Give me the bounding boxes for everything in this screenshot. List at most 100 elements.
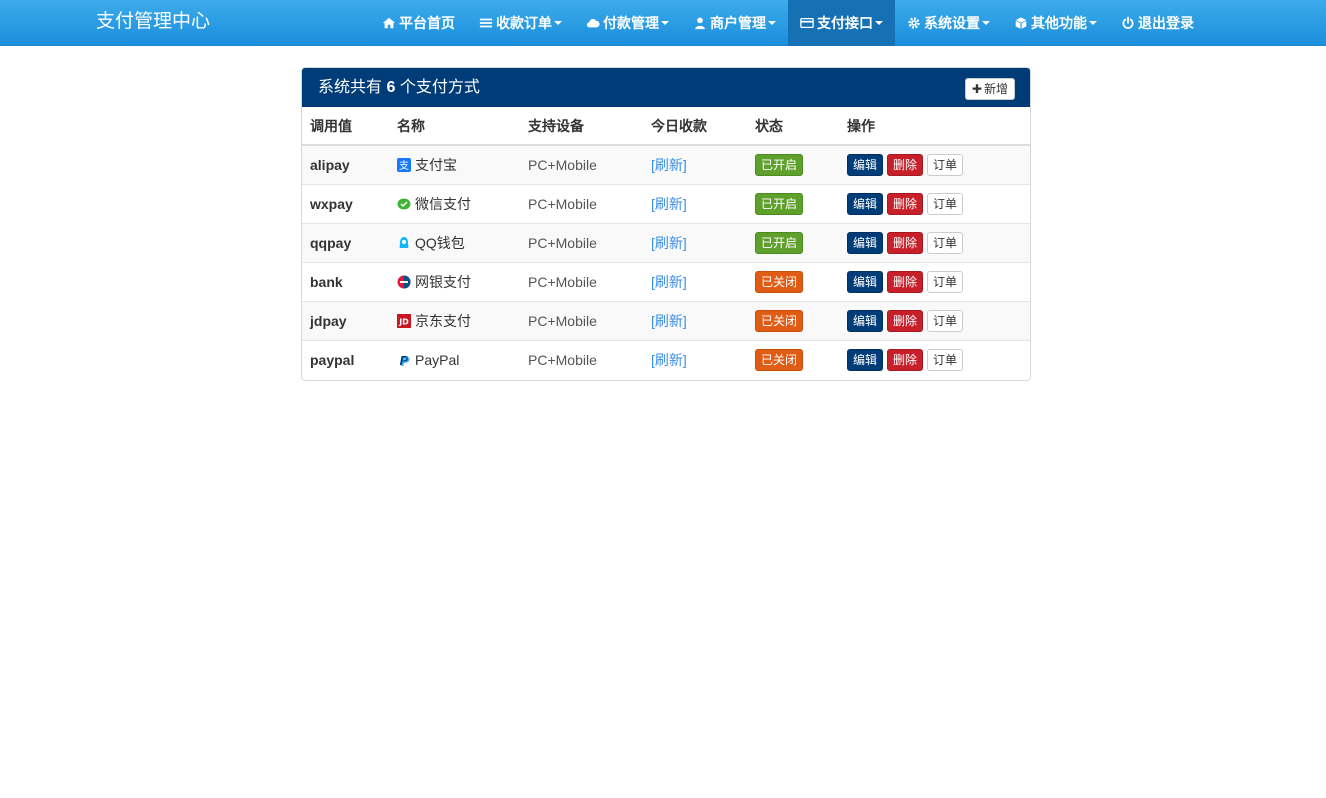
- edit-button[interactable]: 编辑: [847, 270, 884, 293]
- orders-button[interactable]: 订单: [927, 192, 964, 215]
- nav-item-7[interactable]: 退出登录: [1109, 0, 1206, 46]
- actions-cell: 编辑 删除 订单: [839, 339, 1030, 379]
- table-row: alipay 支支付宝 PC+Mobile [刷新] 已开启 编辑 删除 订单: [302, 145, 1030, 184]
- nav-item-4[interactable]: 支付接口: [788, 0, 895, 46]
- nav-item-label: 平台首页: [399, 15, 455, 31]
- unionpay-icon: [397, 275, 411, 289]
- delete-button[interactable]: 删除: [887, 153, 924, 176]
- name-cell: 支支付宝: [389, 145, 520, 184]
- actions-cell: 编辑 删除 订单: [839, 145, 1030, 184]
- cloud-icon: [586, 16, 600, 30]
- delete-button[interactable]: 删除: [887, 192, 924, 215]
- code-cell: bank: [302, 261, 389, 301]
- refresh-link[interactable]: [刷新]: [651, 352, 687, 368]
- status-badge[interactable]: 已开启: [755, 153, 804, 176]
- refresh-link[interactable]: [刷新]: [651, 157, 687, 173]
- status-cell: 已关闭: [747, 339, 839, 379]
- main-nav: 平台首页 收款订单 付款管理 商户管理 支付接口 系统设置 其他功能 退出登录: [370, 0, 1206, 46]
- caret-down-icon: [768, 21, 776, 25]
- add-label: 新增: [983, 82, 1008, 96]
- orders-button[interactable]: 订单: [927, 270, 964, 293]
- svg-text:JD: JD: [398, 317, 409, 326]
- payment-methods-panel: 系统共有 6 个支付方式 ✚ 新增 调用值 名称 支持设备 今日收款 状态 操作 …: [301, 67, 1031, 381]
- name-cell: P P PayPal: [389, 339, 520, 379]
- status-cell: 已开启: [747, 222, 839, 262]
- nav-item-3[interactable]: 商户管理: [681, 0, 788, 46]
- name-cell: QQ钱包: [389, 222, 520, 262]
- device-cell: PC+Mobile: [520, 339, 643, 379]
- delete-button[interactable]: 删除: [887, 348, 924, 371]
- power-icon: [1121, 16, 1135, 30]
- nav-item-1[interactable]: 收款订单: [467, 0, 574, 46]
- edit-button[interactable]: 编辑: [847, 192, 884, 215]
- plus-icon: ✚: [971, 82, 982, 96]
- panel-title: 系统共有 6 个支付方式: [318, 68, 480, 107]
- refresh-link[interactable]: [刷新]: [651, 313, 687, 329]
- credit-card-icon: [800, 16, 814, 30]
- status-badge[interactable]: 已关闭: [755, 270, 804, 293]
- orders-button[interactable]: 订单: [927, 231, 964, 254]
- status-cell: 已开启: [747, 183, 839, 223]
- caret-down-icon: [875, 21, 883, 25]
- refresh-link[interactable]: [刷新]: [651, 235, 687, 251]
- cube-icon: [1014, 16, 1028, 30]
- code-cell: qqpay: [302, 222, 389, 262]
- device-cell: PC+Mobile: [520, 222, 643, 262]
- header-code: 调用值: [302, 107, 389, 146]
- top-navbar: 支付管理中心 平台首页 收款订单 付款管理 商户管理 支付接口 系统设置 其他功能 退出登录: [0, 0, 1326, 46]
- status-badge[interactable]: 已关闭: [755, 309, 804, 332]
- gear-icon: [907, 16, 921, 30]
- today-cell: [刷新]: [643, 300, 747, 340]
- device-cell: PC+Mobile: [520, 145, 643, 184]
- payment-methods-table: 调用值 名称 支持设备 今日收款 状态 操作 alipay 支支付宝 PC+Mobi…: [302, 107, 1030, 379]
- name-cell: 微信支付: [389, 183, 520, 223]
- delete-button[interactable]: 删除: [887, 309, 924, 332]
- nav-item-5[interactable]: 系统设置: [895, 0, 1002, 46]
- actions-cell: 编辑 删除 订单: [839, 300, 1030, 340]
- svg-text:P: P: [401, 355, 410, 367]
- edit-button[interactable]: 编辑: [847, 153, 884, 176]
- nav-item-2[interactable]: 付款管理: [574, 0, 681, 46]
- orders-button[interactable]: 订单: [927, 348, 964, 371]
- code-cell: paypal: [302, 339, 389, 379]
- edit-button[interactable]: 编辑: [847, 348, 884, 371]
- brand-title[interactable]: 支付管理中心: [96, 0, 210, 46]
- nav-item-label: 支付接口: [817, 15, 873, 31]
- edit-button[interactable]: 编辑: [847, 309, 884, 332]
- refresh-link[interactable]: [刷新]: [651, 274, 687, 290]
- table-row: paypal P P PayPal PC+Mobile [刷新] 已关闭 编辑 删除 订单: [302, 339, 1030, 379]
- name-label: 网银支付: [415, 273, 471, 290]
- delete-button[interactable]: 删除: [887, 270, 924, 293]
- code-cell: jdpay: [302, 300, 389, 340]
- title-suffix: 个支付方式: [399, 79, 480, 96]
- device-cell: PC+Mobile: [520, 300, 643, 340]
- nav-item-label: 商户管理: [710, 15, 766, 31]
- panel-heading: 系统共有 6 个支付方式 ✚ 新增: [302, 68, 1030, 107]
- name-cell: 网银支付: [389, 261, 520, 301]
- status-badge[interactable]: 已开启: [755, 231, 804, 254]
- status-badge[interactable]: 已关闭: [755, 348, 804, 371]
- nav-item-0[interactable]: 平台首页: [370, 0, 467, 46]
- method-count: 6: [386, 79, 396, 96]
- orders-button[interactable]: 订单: [927, 153, 964, 176]
- nav-item-6[interactable]: 其他功能: [1002, 0, 1109, 46]
- header-actions: 操作: [839, 107, 1030, 146]
- qq-wallet-icon: [397, 236, 411, 250]
- header-device: 支持设备: [520, 107, 643, 146]
- orders-button[interactable]: 订单: [927, 309, 964, 332]
- refresh-link[interactable]: [刷新]: [651, 196, 687, 212]
- table-row: wxpay 微信支付 PC+Mobile [刷新] 已开启 编辑 删除 订单: [302, 183, 1030, 223]
- code-cell: wxpay: [302, 183, 389, 223]
- list-icon: [479, 16, 493, 30]
- today-cell: [刷新]: [643, 339, 747, 379]
- wechat-pay-icon: [397, 197, 411, 211]
- caret-down-icon: [661, 21, 669, 25]
- status-badge[interactable]: 已开启: [755, 192, 804, 215]
- add-button[interactable]: ✚ 新增: [964, 78, 1015, 100]
- delete-button[interactable]: 删除: [887, 231, 924, 254]
- title-prefix: 系统共有: [318, 79, 383, 96]
- name-label: 微信支付: [415, 195, 471, 212]
- edit-button[interactable]: 编辑: [847, 231, 884, 254]
- caret-down-icon: [982, 21, 990, 25]
- header-today: 今日收款: [643, 107, 747, 146]
